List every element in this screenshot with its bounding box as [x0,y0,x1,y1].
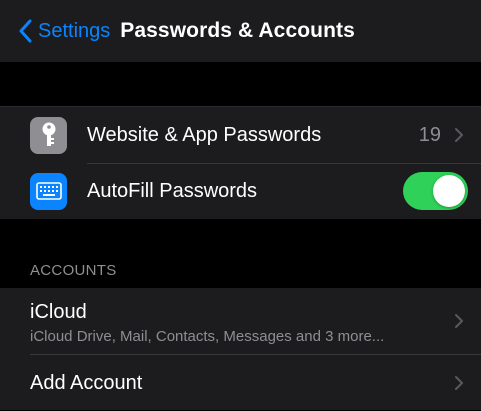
navigation-bar: Settings Passwords & Accounts [0,0,481,62]
toggle-knob [433,175,465,207]
chevron-right-icon [455,376,463,390]
keyboard-icon [30,172,67,210]
chevron-left-icon [19,19,32,43]
icloud-title: iCloud [30,301,87,323]
add-account-label: Add Account [30,371,143,394]
autofill-passwords-row: AutoFill Passwords [0,163,481,219]
website-app-passwords-row[interactable]: Website & App Passwords 19 [0,107,481,163]
chevron-right-icon [455,128,463,142]
page-title: Passwords & Accounts [120,19,355,42]
icloud-subtitle: iCloud Drive, Mail, Contacts, Messages a… [30,328,385,345]
add-account-row[interactable]: Add Account [0,355,481,411]
autofill-passwords-label: AutoFill Passwords [87,179,258,202]
back-button[interactable]: Settings [18,19,110,43]
accounts-section-header: ACCOUNTS [30,262,117,279]
chevron-right-icon [455,314,463,328]
passwords-count: 19 [418,123,441,146]
autofill-toggle[interactable] [403,172,468,210]
icloud-row[interactable]: iCloud iCloud Drive, Mail, Contacts, Mes… [0,288,481,354]
accounts-group: iCloud iCloud Drive, Mail, Contacts, Mes… [0,288,481,410]
passwords-group: Website & App Passwords 19 AutoFill Pass… [0,106,481,219]
back-button-label: Settings [38,19,111,42]
website-app-passwords-label: Website & App Passwords [87,123,322,146]
section-spacer [0,62,481,106]
key-icon [30,116,67,154]
